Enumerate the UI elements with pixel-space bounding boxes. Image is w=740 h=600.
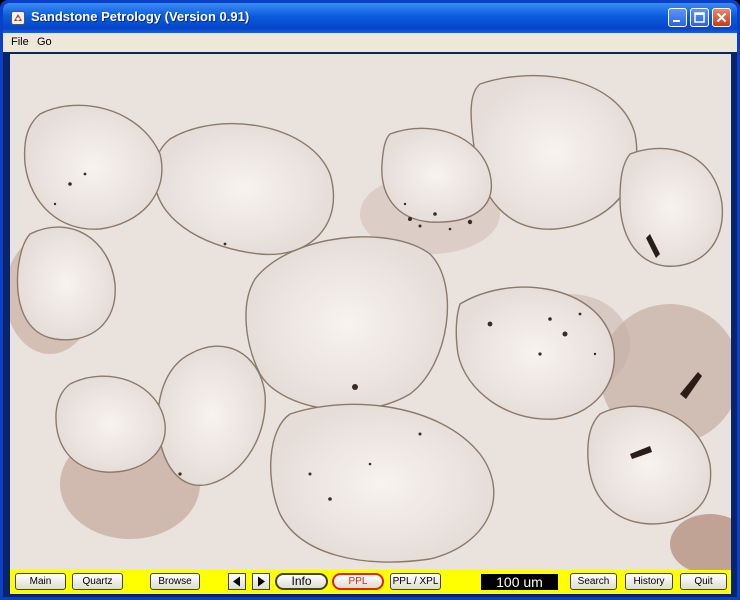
next-button[interactable] — [252, 573, 270, 590]
menu-bar: File Go — [3, 33, 737, 52]
maximize-button[interactable] — [690, 8, 709, 27]
info-button[interactable]: Info — [275, 573, 328, 590]
window-title: Sandstone Petrology (Version 0.91) — [31, 9, 250, 24]
quartz-button[interactable]: Quartz — [72, 573, 123, 590]
scale-bar-label: 100 um — [481, 574, 558, 590]
title-bar[interactable]: Sandstone Petrology (Version 0.91) — [3, 3, 737, 33]
window-bottom-border — [3, 594, 737, 597]
bottom-toolbar: Main Quartz Browse Info PPL PPL / XPL 10… — [10, 570, 731, 594]
arrow-left-icon — [233, 576, 240, 587]
close-button[interactable] — [712, 8, 731, 27]
minimize-button[interactable] — [668, 8, 687, 27]
minimize-icon — [673, 20, 680, 22]
previous-button[interactable] — [228, 573, 246, 590]
menu-go[interactable]: Go — [37, 36, 52, 48]
browse-button[interactable]: Browse — [150, 573, 200, 590]
arrow-right-icon — [258, 576, 265, 587]
app-icon — [11, 11, 25, 25]
ppl-xpl-button[interactable]: PPL / XPL — [390, 573, 441, 590]
app-window: Sandstone Petrology (Version 0.91) File … — [0, 0, 740, 600]
quit-button[interactable]: Quit — [680, 573, 727, 590]
thin-section-micrograph — [10, 54, 731, 570]
main-button[interactable]: Main — [15, 573, 66, 590]
menu-file[interactable]: File — [11, 36, 29, 48]
history-button[interactable]: History — [625, 573, 673, 590]
close-icon — [716, 12, 727, 23]
ppl-button[interactable]: PPL — [332, 573, 384, 590]
maximize-icon — [694, 12, 705, 23]
search-button[interactable]: Search — [570, 573, 617, 590]
micrograph-image — [10, 54, 731, 570]
